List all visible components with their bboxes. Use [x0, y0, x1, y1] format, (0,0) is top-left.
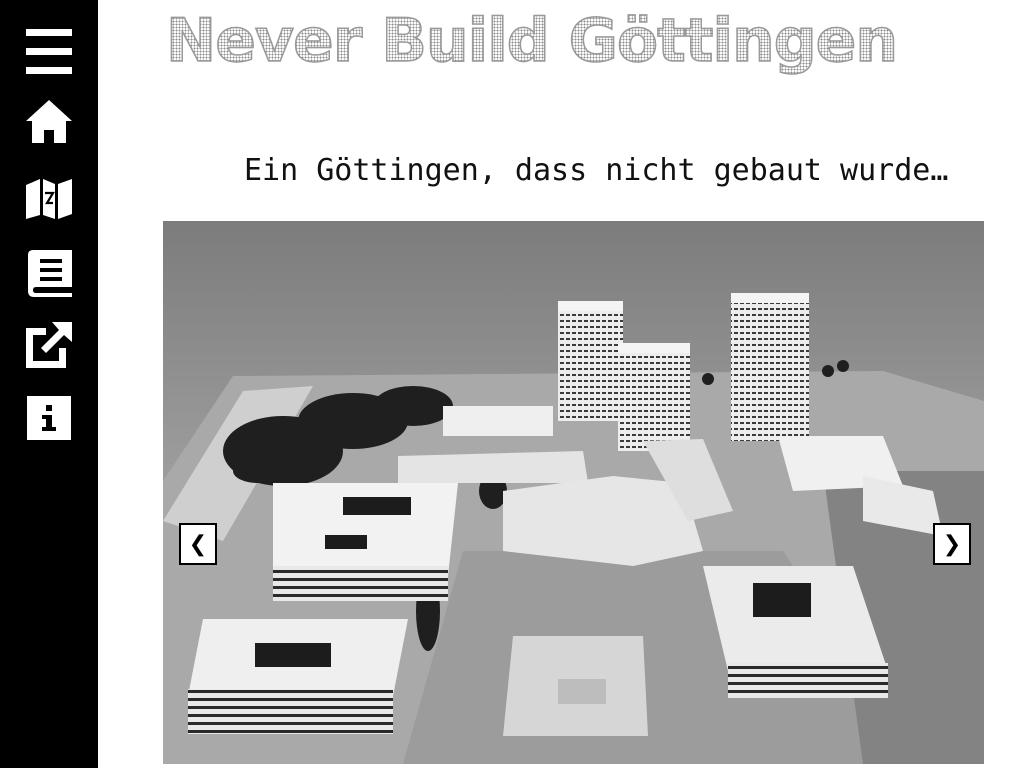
info-icon[interactable] [24, 394, 74, 444]
previous-slide-button[interactable]: ❮ [179, 523, 217, 565]
home-icon[interactable] [24, 97, 74, 147]
sidebar-nav [0, 0, 98, 768]
slide-image [163, 221, 984, 764]
page-subtitle: Ein Göttingen, dass nicht gebaut wurde… [244, 153, 949, 188]
menu-icon[interactable] [24, 27, 74, 77]
external-link-icon[interactable] [24, 320, 74, 370]
next-slide-button[interactable]: ❯ [933, 523, 971, 565]
book-icon[interactable] [24, 247, 74, 297]
map-icon[interactable] [24, 171, 74, 221]
image-slider: ❮ ❯ [163, 221, 984, 764]
page-title: Never Build Göttingen [165, 2, 899, 80]
